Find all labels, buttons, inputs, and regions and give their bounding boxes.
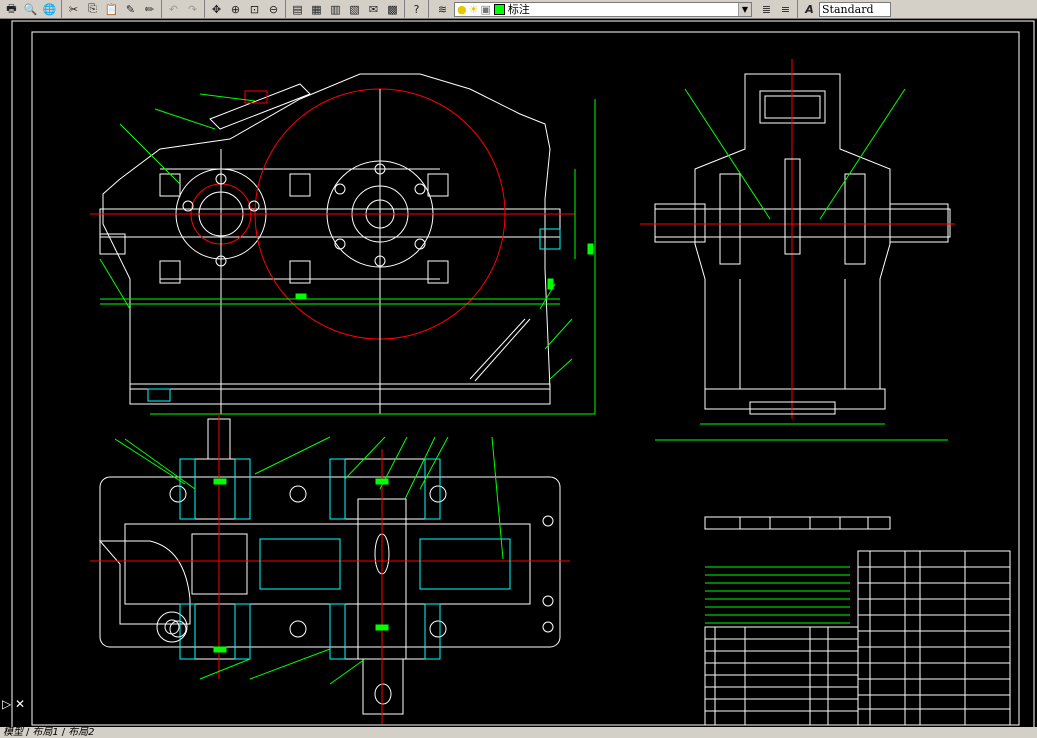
- file-tools: 🖶 🔍 🌐: [0, 0, 62, 18]
- block-editor-icon[interactable]: ✏: [141, 1, 158, 17]
- print-icon[interactable]: 🖶: [3, 1, 20, 17]
- paste-icon[interactable]: 📋: [103, 1, 120, 17]
- drawing-canvas[interactable]: [0, 19, 1037, 727]
- edit-tools: ✂ ⎘ 📋 ✎ ✏: [62, 0, 162, 18]
- technical-requirements-block: [705, 566, 850, 624]
- layer-color-swatch: [493, 3, 505, 15]
- zoom-window-icon[interactable]: ⊡: [246, 1, 263, 17]
- text-style-dropdown[interactable]: Standard: [819, 1, 891, 17]
- layer-name: 标注: [507, 3, 530, 16]
- zoom-previous-icon[interactable]: ⊖: [265, 1, 282, 17]
- sheet-set-icon[interactable]: ▧: [346, 1, 363, 17]
- design-center-icon[interactable]: ▦: [308, 1, 325, 17]
- layout-tab-1[interactable]: 布局1: [29, 727, 61, 738]
- calculator-icon[interactable]: ▩: [384, 1, 401, 17]
- layout-tabs-bar: 模型 / 布局1/布局2: [0, 727, 1037, 738]
- sun-icon: ☀: [468, 2, 479, 16]
- side-view-dimensions: [655, 88, 948, 441]
- redo-icon[interactable]: ↷: [184, 1, 201, 17]
- help-icon[interactable]: ?: [408, 1, 425, 17]
- tool-palettes-icon[interactable]: ▥: [327, 1, 344, 17]
- palette-tools: ▤ ▦ ▥ ▧ ✉ ▩: [286, 0, 405, 18]
- pan-icon[interactable]: ✥: [208, 1, 225, 17]
- view-tools: ✥ ⊕ ⊡ ⊖: [205, 0, 286, 18]
- front-view: [90, 73, 575, 414]
- bulb-icon: ●: [457, 2, 467, 16]
- data-table: [704, 516, 891, 530]
- plot-preview-icon[interactable]: 🔍: [22, 1, 39, 17]
- undo-tools: ↶ ↷: [162, 0, 205, 18]
- lock-icon: ▣: [480, 2, 491, 16]
- layer-dropdown[interactable]: ● ☀ ▣ 标注 ▼: [454, 1, 752, 17]
- layout-tab-2[interactable]: 布局2: [65, 727, 97, 738]
- text-style-icon[interactable]: A: [801, 1, 818, 17]
- publish-icon[interactable]: 🌐: [41, 1, 58, 17]
- text-style-value: Standard: [822, 2, 874, 16]
- layers-toolbar: ≋ ● ☀ ▣ 标注 ▼ ≣ ≡: [429, 0, 798, 18]
- zoom-realtime-icon[interactable]: ⊕: [227, 1, 244, 17]
- copy-icon[interactable]: ⎘: [84, 1, 101, 17]
- layer-manager-icon[interactable]: ≋: [434, 1, 451, 17]
- layout-tab-0[interactable]: 模型: [0, 727, 26, 738]
- side-view: [640, 59, 955, 419]
- undo-icon[interactable]: ↶: [165, 1, 182, 17]
- cut-icon[interactable]: ✂: [65, 1, 82, 17]
- top-view-leaders: [114, 243, 594, 685]
- match-properties-icon[interactable]: ✎: [122, 1, 139, 17]
- ucs-icon: ▷ ✕: [2, 697, 26, 711]
- title-block: [704, 550, 1011, 726]
- markup-icon[interactable]: ✉: [365, 1, 382, 17]
- front-view-dimensions: [99, 93, 596, 415]
- top-view-hatching: [179, 458, 511, 660]
- properties-icon[interactable]: ▤: [289, 1, 306, 17]
- standard-toolbar: 🖶 🔍 🌐 ✂ ⎘ 📋 ✎ ✏ ↶ ↷ ✥ ⊕ ⊡ ⊖ ▤ ▦ ▥ ▧ ✉ ▩ ? ≋ ● ☀ ▣ 标注 ▼ …: [0, 0, 1037, 19]
- layer-previous-icon[interactable]: ≣: [758, 1, 775, 17]
- style-toolbar: A Standard: [798, 0, 893, 18]
- layer-states-icon[interactable]: ≡: [777, 1, 794, 17]
- help-tools: ?: [405, 0, 429, 18]
- chevron-down-icon[interactable]: ▼: [738, 2, 751, 16]
